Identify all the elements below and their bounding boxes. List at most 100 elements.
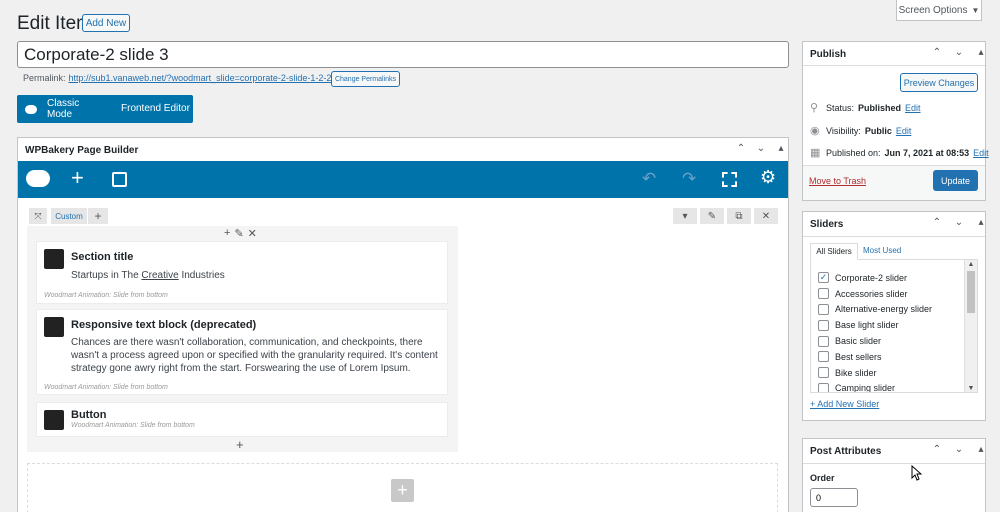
column-edit-icon[interactable]: ✎	[234, 227, 243, 240]
slider-checkbox-label: Best sellers	[835, 351, 882, 362]
post-title-input[interactable]	[17, 41, 789, 68]
move-down-icon[interactable]: ⌄	[952, 47, 966, 58]
change-permalinks-button[interactable]: Change Permalinks	[331, 71, 400, 87]
row-add-column-icon[interactable]: +	[88, 208, 108, 224]
slider-checkbox[interactable]	[818, 288, 829, 300]
slider-checkbox-item[interactable]: Alternative-energy slider	[818, 302, 962, 318]
move-up-icon[interactable]: ⌃	[930, 217, 944, 228]
toggle-panel-icon[interactable]: ▴	[974, 47, 988, 58]
element-title: Button	[71, 409, 107, 421]
slider-checkbox-item[interactable]: Best sellers	[818, 349, 962, 365]
toggle-panel-icon[interactable]: ▴	[974, 217, 988, 228]
status-label: Status:	[826, 102, 855, 113]
slider-checkbox-item[interactable]: Basic slider	[818, 333, 962, 349]
slider-checkbox[interactable]	[818, 303, 829, 315]
order-input[interactable]	[810, 488, 858, 507]
publish-title: Publish	[810, 49, 847, 60]
slider-items: ✓ Corporate-2 slider Accessories slider Alt…	[818, 270, 962, 392]
slider-checkbox-item[interactable]: Camping slider	[818, 381, 962, 392]
slider-checkbox-item[interactable]: Accessories slider	[818, 286, 962, 302]
column-delete-icon[interactable]: ✕	[248, 227, 257, 240]
column-add-element-icon[interactable]: +	[236, 437, 244, 452]
sliders-divider	[803, 236, 985, 237]
element-section-title[interactable]: Section title Startups in The Creative I…	[36, 241, 448, 304]
slider-checkbox-item[interactable]: ✓ Corporate-2 slider	[818, 270, 962, 286]
add-new-button[interactable]: Add New	[82, 14, 130, 32]
row-clone-icon[interactable]: ⧉	[727, 208, 751, 224]
move-down-icon[interactable]: ⌄	[754, 143, 768, 154]
section-title-element-icon	[44, 249, 64, 269]
scroll-down-icon[interactable]: ▼	[965, 385, 977, 392]
tab-most-used[interactable]: Most Used	[863, 246, 901, 255]
move-up-icon[interactable]: ⌃	[930, 47, 944, 58]
permalink-label: Permalink:	[23, 73, 66, 83]
slider-checkbox[interactable]	[818, 382, 829, 392]
slider-checkbox-item[interactable]: Base light slider	[818, 317, 962, 333]
eye-icon: ◉	[810, 125, 820, 137]
order-label: Order	[810, 473, 835, 483]
toggle-panel-icon[interactable]: ▴	[974, 444, 988, 455]
slider-checkbox[interactable]	[818, 335, 829, 347]
publish-divider	[803, 65, 985, 66]
calendar-icon: ▦	[810, 147, 821, 159]
slider-checkbox-label: Camping slider	[835, 383, 896, 392]
permalink-link[interactable]: http://sub1.vanaweb.net/?woodmart_slide=…	[69, 73, 332, 83]
add-new-slider-link[interactable]: + Add New Slider	[810, 399, 879, 409]
post-attributes-title: Post Attributes	[810, 446, 882, 457]
row-layout-custom[interactable]: Custom	[51, 208, 87, 224]
add-element-icon[interactable]: +	[71, 166, 84, 190]
add-row-icon[interactable]: +	[391, 479, 414, 502]
edit-status-link[interactable]: Edit	[905, 103, 921, 113]
move-up-icon[interactable]: ⌃	[734, 143, 748, 154]
slider-checkbox[interactable]	[818, 319, 829, 331]
status-value: Published	[858, 102, 902, 113]
move-down-icon[interactable]: ⌄	[952, 444, 966, 455]
slider-checkbox-label: Base light slider	[835, 320, 899, 331]
screen-options-button[interactable]: Screen Options ▼	[896, 0, 982, 21]
visibility-row: ◉ Visibility: Public Edit	[810, 124, 911, 137]
visibility-value: Public	[864, 125, 892, 136]
column-controls: + ✎ ✕	[224, 227, 257, 240]
sliders-title: Sliders	[810, 219, 844, 230]
row-move-icon[interactable]: ⤧	[29, 208, 47, 224]
element-body-underlined: Creative	[141, 270, 179, 281]
slider-checkbox[interactable]	[818, 351, 829, 363]
fullscreen-icon[interactable]	[722, 172, 737, 187]
screen-options-label: Screen Options	[898, 4, 968, 16]
row-delete-icon[interactable]: ✕	[754, 208, 778, 224]
status-row: ⚲ Status: Published Edit	[810, 101, 921, 114]
move-to-trash-link[interactable]: Move to Trash	[809, 176, 866, 186]
templates-icon[interactable]	[112, 172, 127, 187]
update-button[interactable]: Update	[933, 170, 978, 191]
sliders-scrollbar[interactable]: ▲ ▼	[964, 260, 977, 392]
element-title: Responsive text block (deprecated)	[71, 319, 257, 331]
tab-all-sliders[interactable]: All Sliders	[810, 243, 858, 260]
frontend-editor-button[interactable]: Frontend Editor	[121, 103, 190, 114]
element-animation: Woodmart Animation: Slide from bottom	[44, 292, 168, 299]
classic-mode-button[interactable]: Classic Mode	[17, 95, 107, 123]
move-up-icon[interactable]: ⌃	[930, 444, 944, 455]
slider-checkbox[interactable]: ✓	[818, 272, 829, 284]
move-down-icon[interactable]: ⌄	[952, 217, 966, 228]
row-edit-icon[interactable]: ✎	[700, 208, 724, 224]
preview-changes-button[interactable]: Preview Changes	[900, 73, 978, 92]
slider-checkbox[interactable]	[818, 367, 829, 379]
toggle-panel-icon[interactable]: ▴	[774, 143, 788, 154]
published-on-row: ▦ Published on: Jun 7, 2021 at 08:53 Edi…	[810, 146, 989, 159]
element-button[interactable]: Button Woodmart Animation: Slide from bo…	[36, 402, 448, 437]
element-responsive-text-block[interactable]: Responsive text block (deprecated) Chanc…	[36, 309, 448, 395]
edit-visibility-link[interactable]: Edit	[896, 126, 912, 136]
scroll-up-icon[interactable]: ▲	[965, 260, 977, 269]
wpbakery-logo-icon[interactable]	[26, 170, 50, 187]
edit-date-link[interactable]: Edit	[973, 148, 989, 158]
settings-gear-icon[interactable]: ⚙	[760, 167, 776, 188]
scroll-thumb[interactable]	[967, 271, 975, 313]
redo-icon[interactable]: ↷	[682, 169, 696, 189]
undo-icon[interactable]: ↶	[642, 169, 656, 189]
caret-down-icon: ▼	[971, 5, 980, 15]
column-add-icon[interactable]: +	[224, 227, 230, 240]
wpbakery-box-controls: ⌃ ⌄ ▴	[734, 143, 788, 154]
row-toggle-icon[interactable]: ▾	[673, 208, 697, 224]
slider-checkbox-item[interactable]: Bike slider	[818, 365, 962, 381]
button-element-icon	[44, 410, 64, 430]
